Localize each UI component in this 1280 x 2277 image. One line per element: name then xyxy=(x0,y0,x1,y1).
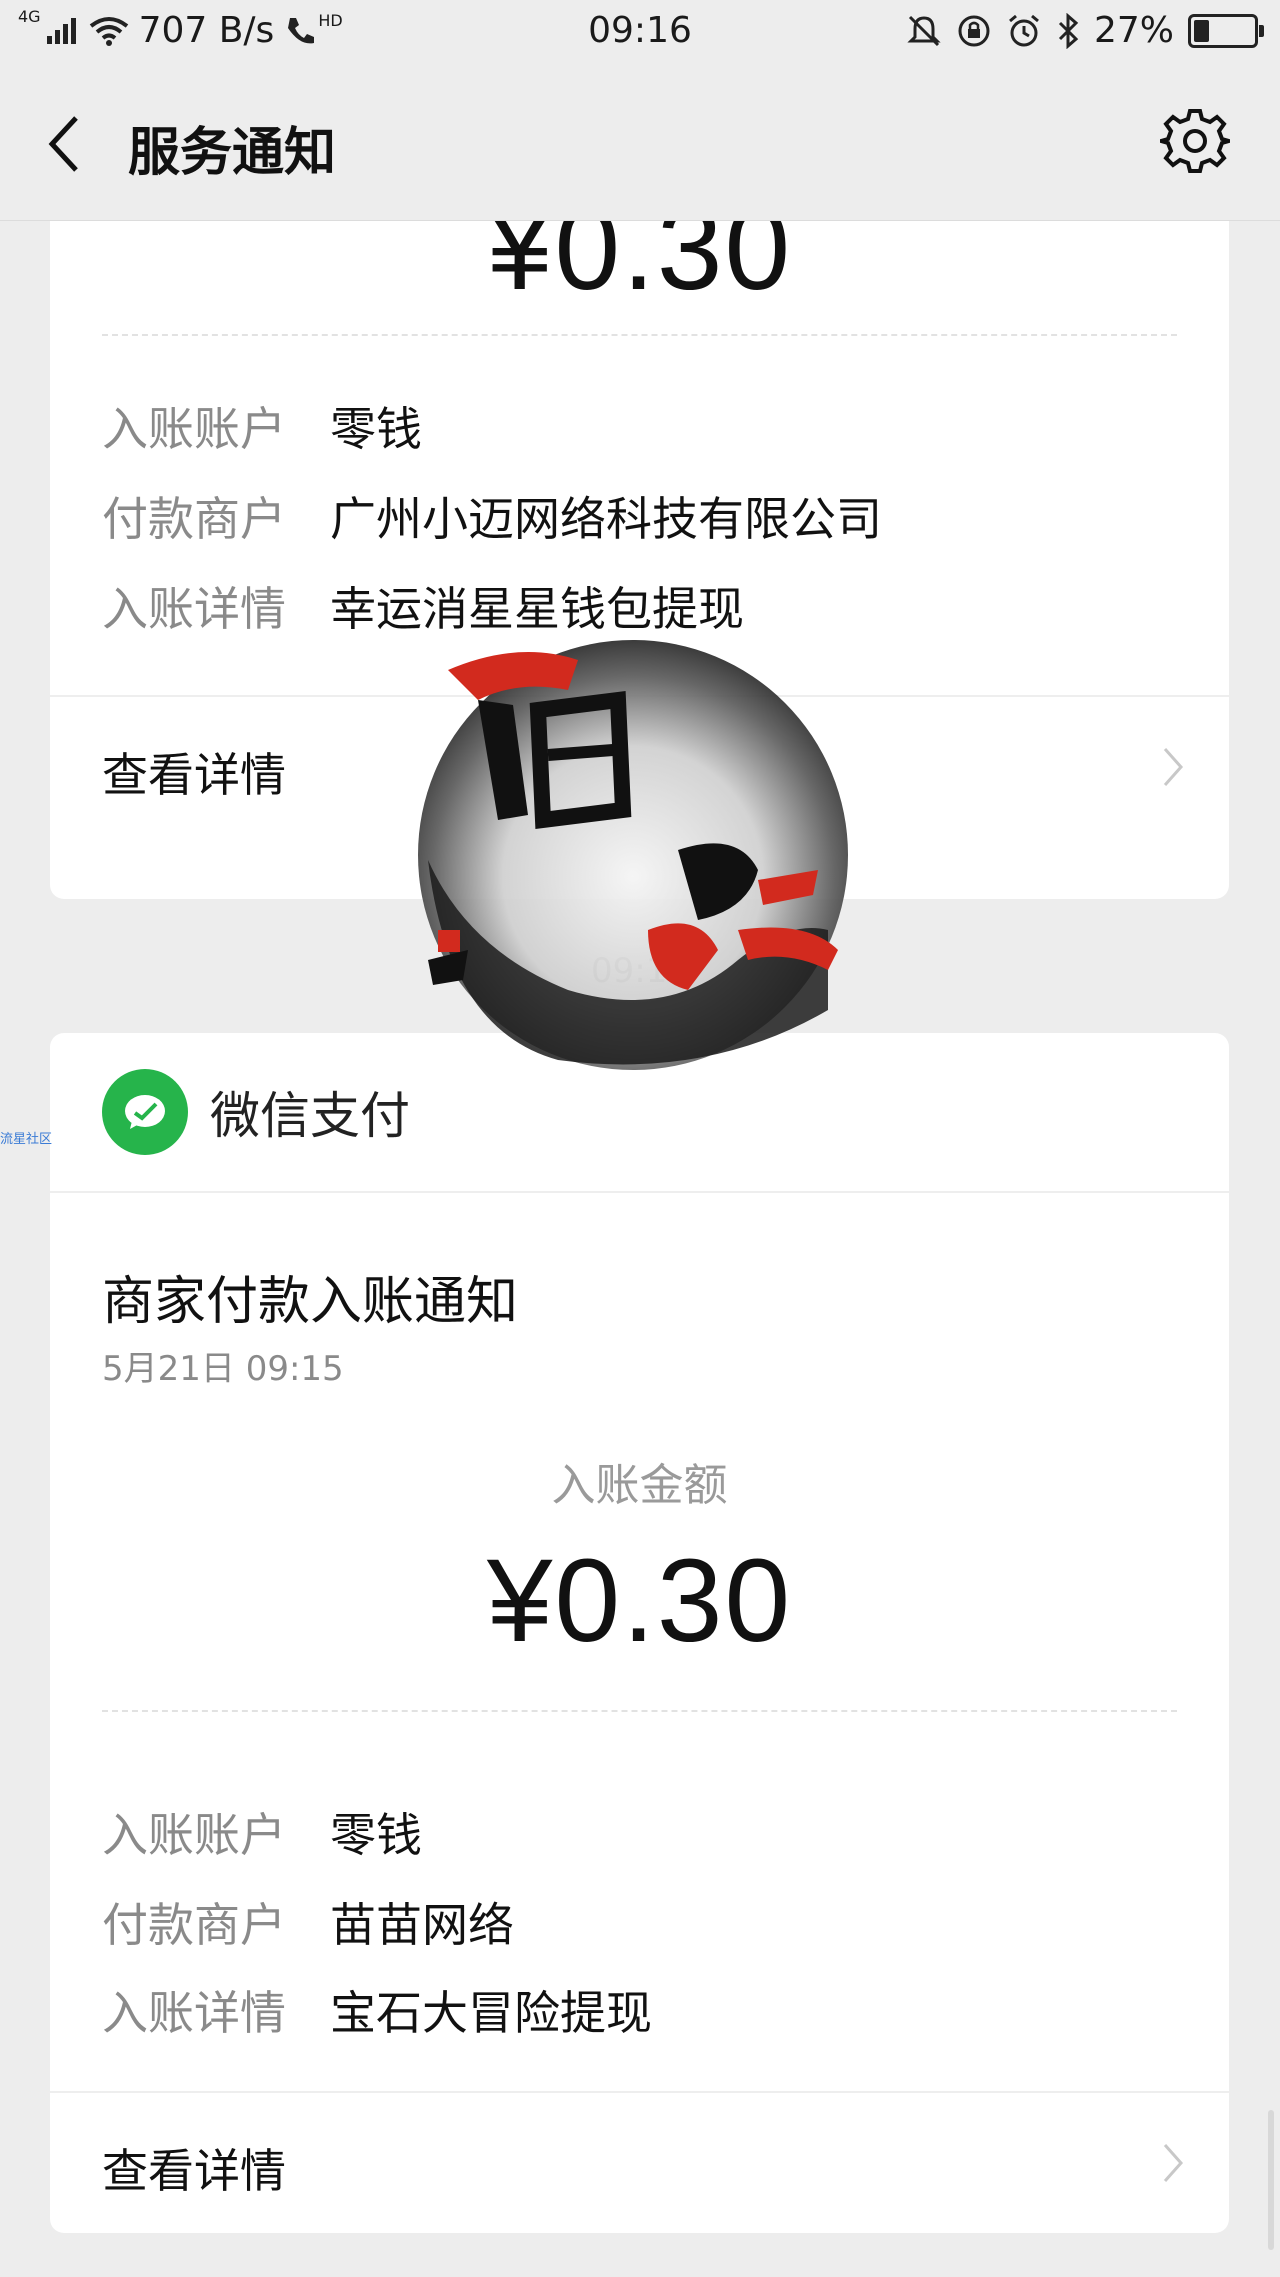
nav-bar: 服务通知 xyxy=(0,66,1280,221)
info-label: 入账详情 xyxy=(102,582,286,636)
info-row-detail: 入账详情 宝石大冒险提现 xyxy=(102,1977,652,2043)
card-divider xyxy=(50,1191,1229,1193)
scrollbar[interactable] xyxy=(1268,2110,1274,2250)
info-value: 宝石大冒险提现 xyxy=(330,1986,652,2040)
notice-date: 5月21日 09:15 xyxy=(102,1349,344,1389)
battery-icon xyxy=(1188,13,1264,48)
dashed-divider xyxy=(102,1710,1177,1712)
info-row-account: 入账账户 零钱 xyxy=(102,1799,422,1865)
info-label: 付款商户 xyxy=(102,1898,286,1952)
status-right: 27% xyxy=(906,10,1264,51)
dashed-divider xyxy=(102,334,1177,336)
bluetooth-icon xyxy=(1058,12,1079,49)
payment-notice-card: 微信支付 商家付款入账通知 5月21日 09:15 入账金额 ¥0.30 入账账… xyxy=(50,1033,1229,2233)
mute-icon xyxy=(907,15,941,46)
info-row-merchant: 付款商户 苗苗网络 xyxy=(102,1889,514,1955)
amount-value: ¥0.30 xyxy=(486,221,793,315)
battery-percent: 27% xyxy=(1093,10,1174,51)
info-row-merchant: 付款商户 广州小迈网络科技有限公司 xyxy=(102,483,882,549)
info-value: 零钱 xyxy=(330,1808,422,1862)
view-details-label: 查看详情 xyxy=(102,2144,286,2198)
page-title: 服务通知 xyxy=(128,123,337,183)
notice-title: 商家付款入账通知 xyxy=(102,1272,519,1332)
info-row-account: 入账账户 零钱 xyxy=(102,393,422,459)
sender-header[interactable]: 微信支付 xyxy=(102,1069,410,1155)
info-value: 苗苗网络 xyxy=(330,1898,514,1952)
watermark-seal-image xyxy=(418,640,848,1070)
side-watermark-text: 流星社区 xyxy=(0,1132,53,1147)
rotation-lock-icon xyxy=(958,15,990,46)
chevron-right-icon xyxy=(1163,2144,1184,2182)
info-label: 入账账户 xyxy=(102,1808,286,1862)
alarm-icon xyxy=(1009,14,1039,46)
sender-name: 微信支付 xyxy=(210,1087,410,1145)
status-bar: 4G 707 B/s HD 09:16 27% xyxy=(0,0,1280,66)
view-details-link[interactable]: 查看详情 xyxy=(50,2093,1229,2233)
gear-icon[interactable] xyxy=(1160,106,1230,176)
info-value: 广州小迈网络科技有限公司 xyxy=(330,492,882,546)
notification-list[interactable]: ¥0.30 入账账户 零钱 付款商户 广州小迈网络科技有限公司 入账详情 幸运消… xyxy=(0,221,1280,2277)
info-label: 入账详情 xyxy=(102,1986,286,2040)
info-value: 零钱 xyxy=(330,402,422,456)
view-details-label: 查看详情 xyxy=(102,748,286,802)
wechat-pay-icon xyxy=(102,1069,188,1155)
amount-value: ¥0.30 xyxy=(486,1535,793,1667)
chevron-right-icon xyxy=(1163,748,1184,786)
back-icon[interactable] xyxy=(44,112,84,176)
amount-label: 入账金额 xyxy=(551,1460,728,1511)
info-label: 付款商户 xyxy=(102,492,286,546)
info-label: 入账账户 xyxy=(102,402,286,456)
